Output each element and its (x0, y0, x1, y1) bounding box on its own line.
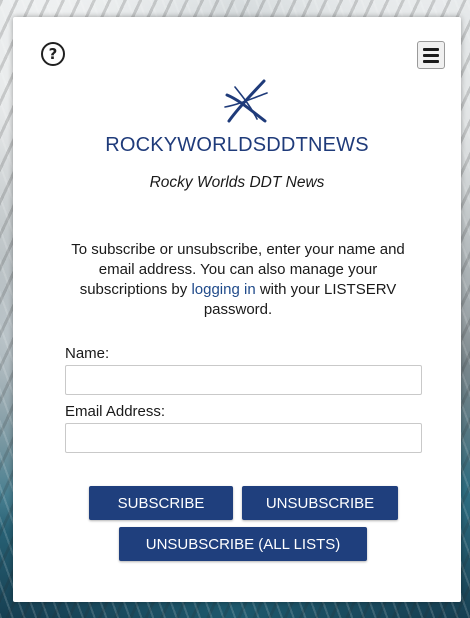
listserv-logo-icon (224, 79, 268, 123)
unsubscribe-all-button[interactable]: UNSUBSCRIBE (ALL LISTS) (119, 527, 367, 561)
subscription-card: ? ROCKYWORLDSDDTNEWS Rocky Worlds DDT Ne… (13, 17, 461, 602)
login-link[interactable]: logging in (191, 281, 255, 298)
intro-text: To subscribe or unsubscribe, enter your … (68, 240, 408, 320)
hamburger-menu-icon-bar (423, 53, 439, 57)
list-title: Rocky Worlds DDT News (149, 174, 325, 191)
hamburger-menu-icon-bar (423, 47, 439, 51)
hamburger-menu-icon-bar (423, 59, 439, 63)
list-name: ROCKYWORLDSDDTNEWS (105, 134, 369, 156)
help-button[interactable]: ? (41, 42, 65, 66)
unsubscribe-button[interactable]: UNSUBSCRIBE (242, 486, 398, 520)
subscribe-button[interactable]: SUBSCRIBE (89, 486, 233, 520)
menu-button[interactable] (417, 41, 445, 69)
email-label: Email Address: (65, 403, 166, 420)
email-field[interactable] (65, 423, 422, 453)
name-label: Name: (65, 345, 110, 362)
question-circle-icon: ? (48, 45, 58, 63)
name-field[interactable] (65, 365, 422, 395)
